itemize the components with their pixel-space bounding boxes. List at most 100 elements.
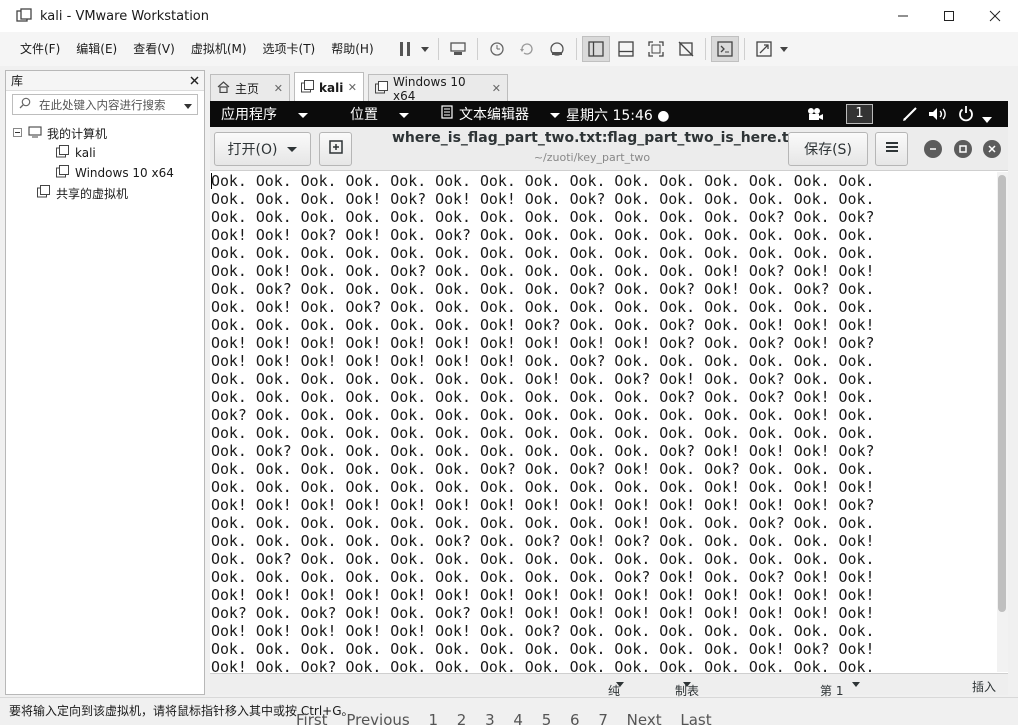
guest-display[interactable]: 应用程序 位置 文本编辑器 星期六 15:46 ● 1 打开(O) where_… (210, 101, 1008, 673)
gnome-top-bar: 应用程序 位置 文本编辑器 星期六 15:46 ● 1 (210, 101, 1008, 127)
workspace-indicator[interactable]: 1 (846, 104, 873, 124)
close-icon[interactable] (190, 74, 199, 88)
power-icon[interactable] (958, 105, 974, 126)
title-bar: kali - VMware Workstation (0, 0, 1018, 32)
tab-label: Windows 10 x64 (393, 74, 466, 103)
hamburger-menu-button[interactable] (875, 132, 908, 166)
text-line: Ook. Ook. Ook. Ook. Ook. Ook. Ook. Ook. … (211, 568, 875, 586)
text-line: Ook. Ook. Ook. Ook. Ook. Ook. Ook. Ook. … (211, 640, 875, 658)
menu-view[interactable]: 查看(V) (125, 32, 183, 66)
text-line: Ook. Ook. Ook. Ook. Ook. Ook. Ook. Ook. … (211, 208, 875, 226)
text-line: Ook. Ook. Ook. Ook. Ook. Ook. Ook. Ook. … (211, 388, 875, 406)
maximize-circle-icon[interactable] (954, 140, 972, 158)
chevron-down-icon[interactable] (420, 36, 430, 62)
volume-icon[interactable] (928, 106, 948, 126)
text-line: Ook! Ook. Ook? Ook. Ook. Ook. Ook. Ook. … (211, 658, 875, 672)
console-view-icon[interactable] (710, 36, 739, 62)
home-icon (217, 81, 230, 96)
text-line: Ook! Ook! Ook! Ook! Ook! Ook! Ook! Ook! … (211, 586, 875, 604)
library-view-icon[interactable] (581, 36, 610, 62)
tree-item-shared-vms[interactable]: 共享的虚拟机 (6, 183, 204, 203)
tree-item-windows10[interactable]: Windows 10 x64 (6, 163, 204, 183)
text-line: Ook! Ook! Ook! Ook! Ook! Ook! Ook! Ook. … (211, 352, 875, 370)
text-editor-area[interactable]: Ook. Ook. Ook. Ook. Ook. Ook. Ook. Ook. … (210, 172, 995, 672)
library-search-input[interactable]: 在此处键入内容进行搜索 (12, 94, 198, 115)
stretch-guest-icon[interactable] (750, 36, 778, 62)
vm-icon (301, 79, 314, 96)
text-line: Ook! Ook! Ook! Ook! Ook! Ook! Ook! Ook! … (211, 496, 875, 514)
menu-tabs[interactable]: 选项卡(T) (255, 32, 324, 66)
open-button[interactable]: 打开(O) (214, 132, 311, 166)
close-button[interactable] (972, 0, 1018, 32)
search-icon (19, 97, 31, 112)
close-icon[interactable]: ✕ (492, 82, 501, 95)
text-line: Ook. Ook. Ook. Ook. Ook. Ook. Ook? Ook. … (211, 460, 875, 478)
thumbnail-bar-icon[interactable] (612, 36, 640, 62)
text-line: Ook. Ook. Ook. Ook. Ook. Ook. Ook. Ook. … (211, 478, 875, 496)
menu-edit[interactable]: 编辑(E) (68, 32, 125, 66)
text-line: Ook. Ook. Ook. Ook. Ook. Ook. Ook. Ook. … (211, 172, 875, 190)
collapse-icon[interactable] (13, 126, 22, 140)
text-line: Ook. Ook. Ook. Ook. Ook. Ook. Ook! Ook? … (211, 316, 875, 334)
send-ctrl-alt-del-icon[interactable] (444, 36, 472, 62)
chevron-down-icon[interactable] (779, 36, 789, 62)
camera-icon[interactable] (806, 106, 824, 126)
maximize-button[interactable] (926, 0, 972, 32)
new-document-button[interactable] (319, 132, 352, 166)
text-line: Ook. Ook! Ook. Ook. Ook? Ook. Ook. Ook. … (211, 262, 875, 280)
revert-snapshot-icon[interactable] (513, 36, 541, 62)
host-status-bar: 要将输入定向到该虚拟机，请将鼠标指针移入其中或按 Ctrl+G。 First P… (0, 697, 1018, 725)
snapshot-manager-icon[interactable] (543, 36, 571, 62)
library-panel: 库 在此处键入内容进行搜索 我的计算机 kali Windows 10 x64 (5, 70, 205, 695)
vm-icon (375, 80, 388, 97)
chevron-down-icon[interactable] (184, 98, 192, 112)
menu-file[interactable]: 文件(F) (12, 32, 68, 66)
text-line: Ook. Ook. Ook. Ook. Ook. Ook. Ook. Ook. … (211, 514, 875, 532)
text-editor-menu[interactable]: 文本编辑器 (441, 104, 574, 124)
text-line: Ook. Ook? Ook. Ook. Ook. Ook. Ook. Ook. … (211, 550, 875, 568)
tab-label: 主页 (235, 82, 260, 96)
tab-label: kali (319, 80, 344, 95)
toolbar-divider (575, 38, 577, 60)
pen-icon[interactable] (902, 106, 918, 126)
tree-label: 共享的虚拟机 (56, 186, 129, 201)
vertical-scrollbar[interactable] (997, 172, 1008, 672)
toolbar-divider (704, 38, 706, 60)
applications-menu[interactable]: 应用程序 (221, 104, 322, 124)
tree-item-my-computer[interactable]: 我的计算机 (6, 123, 204, 143)
page-navigation[interactable]: First Previous 1 2 3 4 5 6 7 Next Last (296, 711, 712, 725)
tab-windows10[interactable]: Windows 10 x64 ✕ (368, 74, 508, 103)
clock[interactable]: 星期六 15:46 ● (566, 105, 669, 125)
document-title: where_is_flag_part_two.txt:flag_part_two… (392, 130, 805, 146)
computer-icon (28, 125, 42, 141)
pause-icon[interactable] (391, 36, 419, 62)
full-screen-icon[interactable] (642, 36, 670, 62)
text-line: Ook. Ook? Ook. Ook. Ook. Ook. Ook. Ook. … (211, 442, 875, 460)
tab-home[interactable]: 主页 ✕ (210, 74, 290, 102)
shared-vm-icon (37, 185, 50, 201)
insert-mode[interactable]: 插入 (972, 678, 996, 695)
tree-item-kali[interactable]: kali (6, 143, 204, 163)
minimize-circle-icon[interactable] (924, 140, 942, 158)
menu-bar: 文件(F) 编辑(E) 查看(V) 虚拟机(M) 选项卡(T) 帮助(H) (0, 32, 1018, 66)
save-button[interactable]: 保存(S) (788, 132, 868, 166)
tab-kali[interactable]: kali ✕ (294, 72, 364, 102)
text-line: Ook! Ook! Ook! Ook! Ook! Ook! Ook. Ook? … (211, 622, 875, 640)
scrollbar-thumb[interactable] (998, 175, 1006, 612)
library-title: 库 (11, 74, 24, 88)
minimize-button[interactable] (880, 0, 926, 32)
editor-status-bar: 纯文本 制表符宽度：8 第 1 行，第 1 列 插入 (210, 673, 1008, 725)
document-path: ~/zuoti/key_part_two (533, 151, 651, 164)
unity-icon[interactable] (672, 36, 700, 62)
gedit-headerbar: 打开(O) where_is_flag_part_two.txt:flag_pa… (210, 127, 1008, 171)
close-icon[interactable]: ✕ (274, 82, 283, 95)
places-menu[interactable]: 位置 (350, 104, 423, 124)
close-circle-icon[interactable] (983, 140, 1001, 158)
tree-label: kali (75, 146, 96, 160)
snapshot-icon[interactable] (483, 36, 511, 62)
toolbar-divider (437, 38, 439, 60)
menu-vm[interactable]: 虚拟机(M) (183, 32, 255, 66)
close-icon[interactable]: ✕ (348, 81, 357, 94)
menu-help[interactable]: 帮助(H) (323, 32, 381, 66)
chevron-down-icon[interactable] (982, 111, 992, 127)
